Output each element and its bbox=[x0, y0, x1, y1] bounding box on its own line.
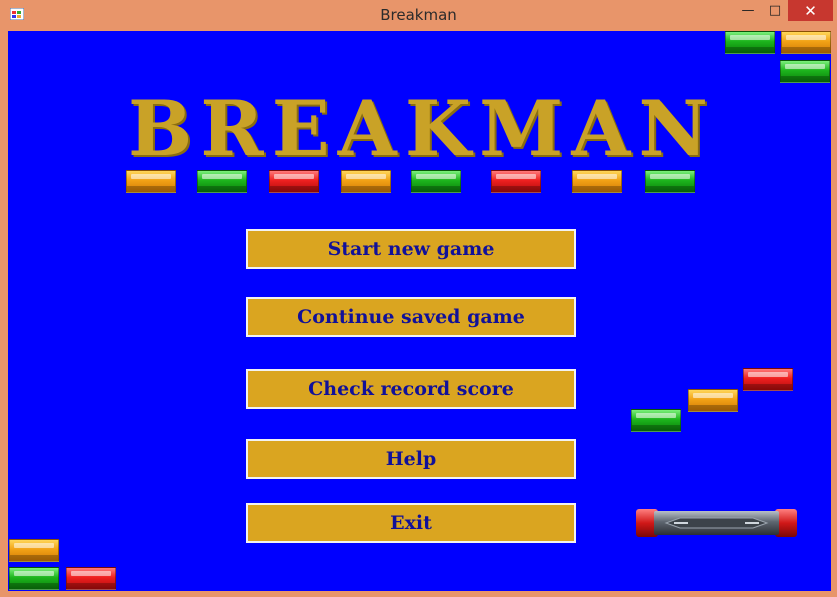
logo-letter: K bbox=[404, 84, 471, 173]
brick bbox=[780, 60, 830, 83]
logo-letter: R bbox=[200, 84, 264, 173]
brick bbox=[645, 170, 695, 193]
brick bbox=[631, 409, 681, 432]
game-canvas: B R E A K M A N Start new game Continue … bbox=[8, 31, 831, 591]
maximize-icon: □ bbox=[768, 3, 782, 18]
brick bbox=[572, 170, 622, 193]
minimize-button[interactable]: — bbox=[734, 0, 762, 21]
brick bbox=[781, 31, 831, 54]
paddle bbox=[636, 509, 797, 537]
close-icon: ✕ bbox=[804, 1, 817, 20]
continue-saved-game-button[interactable]: Continue saved game bbox=[246, 297, 576, 337]
close-button[interactable]: ✕ bbox=[788, 0, 833, 21]
breakman-logo: B R E A K M A N bbox=[128, 89, 708, 169]
window-title: Breakman bbox=[380, 6, 457, 24]
logo-letter: A bbox=[337, 84, 397, 173]
logo-letter: N bbox=[638, 84, 708, 173]
logo-letter: B bbox=[128, 84, 193, 173]
brick bbox=[743, 368, 793, 391]
game-window: Breakman — □ ✕ B R E A K M A N Start new bbox=[0, 0, 837, 597]
logo-letter: A bbox=[571, 84, 631, 173]
maximize-button[interactable]: □ bbox=[762, 0, 788, 21]
check-record-score-button[interactable]: Check record score bbox=[246, 369, 576, 409]
brick bbox=[491, 170, 541, 193]
brick bbox=[9, 567, 59, 590]
start-new-game-button[interactable]: Start new game bbox=[246, 229, 576, 269]
brick bbox=[269, 170, 319, 193]
help-button[interactable]: Help bbox=[246, 439, 576, 479]
logo-letter: M bbox=[479, 84, 564, 173]
brick bbox=[197, 170, 247, 193]
title-bar[interactable]: Breakman — □ ✕ bbox=[0, 0, 837, 30]
minimize-icon: — bbox=[741, 3, 755, 18]
brick bbox=[341, 170, 391, 193]
brick bbox=[9, 539, 59, 562]
brick bbox=[725, 31, 775, 54]
brick bbox=[126, 170, 176, 193]
brick bbox=[411, 170, 461, 193]
brick bbox=[688, 389, 738, 412]
logo-letter: E bbox=[271, 84, 330, 173]
brick bbox=[66, 567, 116, 590]
exit-button[interactable]: Exit bbox=[246, 503, 576, 543]
